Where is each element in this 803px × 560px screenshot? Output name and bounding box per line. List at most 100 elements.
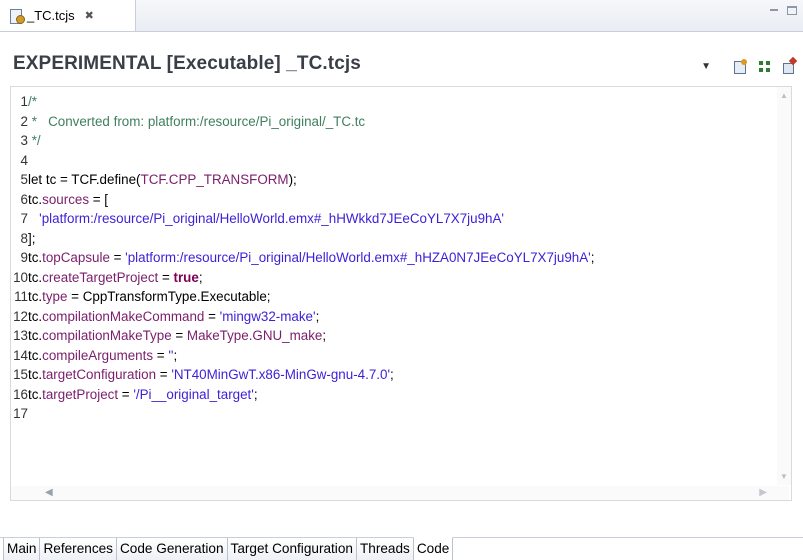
code-token: let tc = TCF.define( (28, 172, 141, 187)
window-controls (769, 6, 797, 15)
line-number: 13 (13, 328, 28, 343)
code-token: = (156, 367, 172, 382)
code-token: = (204, 308, 220, 324)
code-token: ; (315, 308, 320, 324)
code-line: 3 */ (11, 131, 789, 151)
wand-icon[interactable] (781, 58, 797, 74)
code-token: ; (322, 328, 327, 343)
line-number: 17 (13, 406, 28, 421)
line-number: 16 (13, 386, 28, 402)
code-token: true (173, 269, 199, 285)
code-token: type (42, 289, 68, 304)
code-line: 6tc.sources = [ (11, 190, 789, 210)
page-title: EXPERIMENTAL [Executable] _TC.tcjs (13, 53, 361, 74)
maximize-icon[interactable] (787, 6, 797, 15)
editor-tab-label: _TC.tcjs (27, 8, 75, 23)
code-token: = [ (89, 191, 109, 207)
code-token: targetProject (42, 386, 119, 402)
dropdown-icon[interactable]: ▼ (701, 61, 711, 72)
tab-code-generation[interactable]: Code Generation (115, 538, 228, 560)
code-token: * Converted from: platform:/resource/Pi_… (28, 113, 366, 129)
close-icon[interactable]: ✖ (85, 9, 94, 22)
tab-threads[interactable]: Threads (355, 538, 414, 560)
code-line: 9tc.topCapsule = 'platform:/resource/Pi_… (11, 248, 789, 268)
code-token: sources (42, 191, 90, 207)
code-token: tc. (28, 347, 43, 363)
code-token: = (158, 269, 174, 285)
header-toolbar: ▼ (701, 58, 797, 74)
code-token: ; (253, 386, 258, 402)
code-token: tc. (28, 328, 43, 343)
line-number: 14 (13, 347, 28, 363)
line-number: 15 (13, 367, 28, 382)
line-number: 2 (20, 113, 28, 129)
line-number: 11 (14, 289, 28, 304)
code-token: tc. (28, 367, 43, 382)
code-token: '/Pi__original_target' (133, 386, 254, 402)
code-token: targetConfiguration (42, 367, 157, 382)
line-number: 1 (20, 94, 28, 109)
minimize-icon[interactable] (769, 6, 779, 15)
line-number: 5 (20, 172, 28, 187)
code-line: 8]; (11, 229, 789, 249)
scroll-down-icon[interactable]: ▼ (780, 472, 788, 481)
code-token: ); (288, 172, 297, 187)
code-line: 10tc.createTargetProject = true; (11, 268, 789, 288)
build-icon[interactable] (733, 58, 749, 74)
line-number: 6 (20, 191, 28, 207)
code-token: topCapsule (42, 250, 110, 265)
vertical-scrollbar[interactable]: ▲ ▼ (777, 87, 791, 485)
code-line: 15tc.targetConfiguration = 'NT40MinGwT.x… (11, 365, 789, 385)
code-line: 4 (11, 151, 789, 171)
line-number: 12 (13, 308, 28, 324)
code-token: tc. (28, 250, 43, 265)
code-token: = (153, 347, 169, 363)
code-token: ; (198, 269, 203, 285)
tab-target-configuration[interactable]: Target Configuration (226, 538, 357, 560)
line-number: 10 (13, 269, 28, 285)
scroll-left-icon[interactable]: ◀ (45, 487, 53, 498)
tab-references[interactable]: References (39, 538, 117, 560)
code-token: tc. (28, 289, 43, 304)
line-number: 7 (20, 211, 28, 226)
code-token: 'platform:/resource/Pi_original/HelloWor… (28, 211, 504, 226)
code-token: 'mingw32-make' (219, 308, 316, 324)
code-line: 17 (11, 404, 789, 424)
code-token: TCF.CPP_TRANSFORM (140, 172, 289, 187)
code-line: 13tc.compilationMakeType = MakeType.GNU_… (11, 326, 789, 346)
code-token: = (109, 250, 126, 265)
code-token: compilationMakeCommand (42, 308, 205, 324)
editor-tab[interactable]: _TC.tcjs ✖ (0, 0, 136, 31)
code-line: 2 * Converted from: platform:/resource/P… (11, 112, 789, 132)
code-line: 1/* (11, 92, 789, 112)
code-token: tc. (28, 308, 43, 324)
code-token: ]; (28, 230, 36, 246)
code-token: /* (28, 94, 37, 109)
tcjs-file-icon (8, 8, 25, 24)
code-lines: 1/* 2 * Converted from: platform:/resourc… (11, 92, 789, 424)
page-tabs: Main References Code Generation Target Conf… (0, 537, 803, 560)
code-line: 16tc.targetProject = '/Pi__original_targ… (11, 385, 789, 405)
code-token: compileArguments (42, 347, 154, 363)
tab-code[interactable]: Code (412, 537, 454, 560)
grid-icon[interactable] (757, 58, 773, 74)
code-line: 5let tc = TCF.define(TCF.CPP_TRANSFORM); (11, 170, 789, 190)
code-token: = (171, 328, 187, 343)
code-token: compilationMakeType (42, 328, 172, 343)
line-number: 3 (20, 133, 28, 148)
code-editor[interactable]: 1/* 2 * Converted from: platform:/resourc… (10, 86, 792, 501)
scroll-up-icon[interactable]: ▲ (780, 91, 788, 100)
line-number: 8 (20, 230, 28, 246)
code-line: 14tc.compileArguments = ''; (11, 346, 789, 366)
horizontal-scrollbar[interactable]: ◀ ▶ (11, 486, 789, 500)
tab-main[interactable]: Main (3, 538, 41, 560)
editor-tab-bar: _TC.tcjs ✖ (0, 0, 803, 32)
code-token: tc. (28, 269, 43, 285)
scroll-right-icon[interactable]: ▶ (759, 487, 767, 498)
line-number: 4 (20, 152, 28, 168)
code-token: ; (590, 250, 595, 265)
code-token: = CppTransformType.Executable; (67, 289, 271, 304)
code-token: 'NT40MinGwT.x86-MinGw-gnu-4.7.0' (171, 367, 391, 382)
code-line: 12tc.compilationMakeCommand = 'mingw32-m… (11, 307, 789, 327)
code-line: 7 'platform:/resource/Pi_original/HelloW… (11, 209, 789, 229)
